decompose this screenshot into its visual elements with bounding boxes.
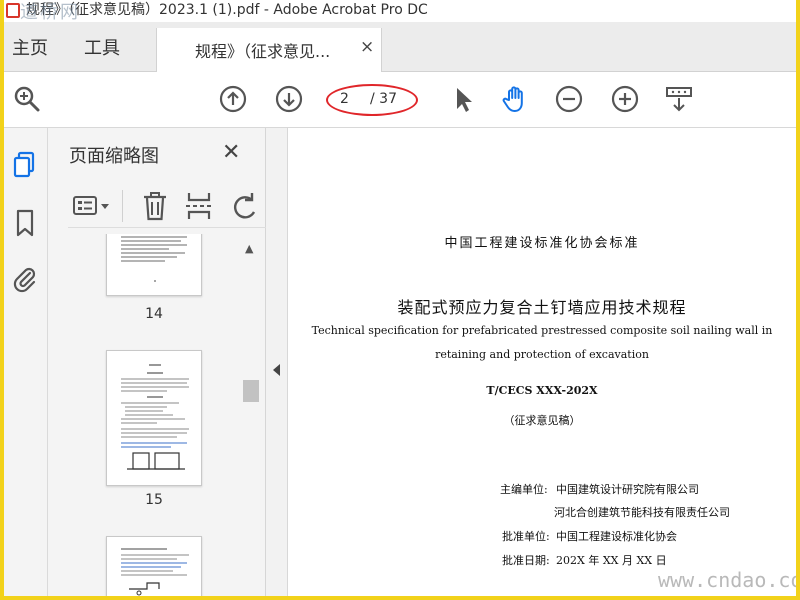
tab-document-label: 规程》（征求意见... (195, 42, 331, 61)
date-label: 批准日期: (502, 554, 550, 567)
doc-org-header: 中国工程建设标准化协会标准 (444, 236, 640, 251)
delete-page-icon[interactable] (140, 190, 170, 222)
panel-collapse-strip[interactable] (266, 128, 288, 596)
toolbar-divider (122, 190, 123, 222)
title-bar: 规程》（征求意见稿）2023.1 (1).pdf - Adobe Acrobat… (4, 0, 796, 22)
scroll-mode-icon[interactable] (664, 84, 694, 114)
page-number-box[interactable]: 2 / 37 (326, 84, 418, 116)
hand-tool-icon[interactable] (500, 84, 530, 114)
left-navigation-rail (4, 128, 48, 596)
rotate-page-icon[interactable] (228, 190, 258, 222)
page-thumbnails-icon[interactable] (10, 150, 40, 180)
scroll-up-arrow-icon[interactable]: ▲ (245, 242, 253, 255)
approval-date: 202X 年 XX 月 XX 日 (556, 554, 667, 567)
panel-title: 页面缩略图 (69, 146, 159, 167)
tab-close-button[interactable]: × (360, 37, 374, 57)
editor-1: 中国建筑设计研究院有限公司 (556, 483, 699, 496)
thumbnail-page-number: 14 (145, 306, 163, 322)
previous-page-icon[interactable] (218, 84, 248, 114)
doc-title-en-1: Technical specification for prefabricate… (311, 324, 773, 337)
bookmark-icon[interactable] (10, 208, 40, 238)
select-pointer-icon[interactable] (448, 84, 478, 114)
pdf-file-icon (6, 3, 20, 18)
doc-code: T/CECS XXX-202X (486, 384, 598, 397)
doc-draft-label: （征求意见稿） (503, 414, 581, 427)
watermark-top: 道桥网 (20, 2, 80, 23)
thumbnail-page-number: 15 (145, 492, 163, 508)
editor-2: 河北合创建筑节能科技有限责任公司 (554, 506, 730, 519)
zoom-in-icon[interactable] (610, 84, 640, 114)
search-icon[interactable] (12, 84, 42, 114)
panel-close-button[interactable]: ✕ (222, 140, 240, 165)
page-thumbnail[interactable] (106, 350, 202, 486)
page-thumbnail[interactable] (106, 234, 202, 296)
next-page-icon[interactable] (274, 84, 304, 114)
panel-toolbar (68, 184, 266, 228)
tab-tools[interactable]: 工具 (84, 34, 120, 60)
collapse-panel-icon[interactable] (273, 364, 280, 376)
tab-document[interactable]: 规程》（征求意见... × (156, 28, 382, 73)
doc-title-cn: 装配式预应力复合土钉墙应用技术规程 (397, 298, 687, 317)
approver-label: 批准单位: (502, 530, 550, 543)
document-view: 中国工程建设标准化协会标准 装配式预应力复合土钉墙应用技术规程 Technica… (288, 128, 796, 596)
thumbnails-panel: 页面缩略图 ✕ 14 15 ▲ (48, 128, 266, 596)
thumbnail-scrollbar[interactable]: ▲ (242, 238, 260, 596)
attachment-icon[interactable] (10, 264, 40, 294)
main-toolbar: 2 / 37 (4, 72, 796, 128)
thumbnail-list: 14 15 (68, 234, 258, 596)
watermark-bottom: www.cndao.com (658, 568, 796, 592)
extract-page-icon[interactable] (184, 190, 214, 222)
tab-bar: 主页 工具 规程》（征求意见... × (4, 22, 796, 73)
tab-home[interactable]: 主页 (12, 34, 48, 60)
thumbnail-options-icon[interactable] (72, 192, 112, 220)
scrollbar-thumb[interactable] (243, 380, 259, 402)
window-title: 规程》（征求意见稿）2023.1 (1).pdf - Adobe Acrobat… (26, 2, 428, 18)
doc-title-en-2: retaining and protection of excavation (435, 348, 649, 361)
zoom-out-icon[interactable] (554, 84, 584, 114)
approver: 中国工程建设标准化协会 (556, 530, 677, 543)
acrobat-window: 规程》（征求意见稿）2023.1 (1).pdf - Adobe Acrobat… (4, 0, 796, 596)
editor-label: 主编单位: (500, 483, 548, 496)
page-thumbnail[interactable] (106, 536, 202, 596)
red-highlight-oval (326, 84, 418, 116)
